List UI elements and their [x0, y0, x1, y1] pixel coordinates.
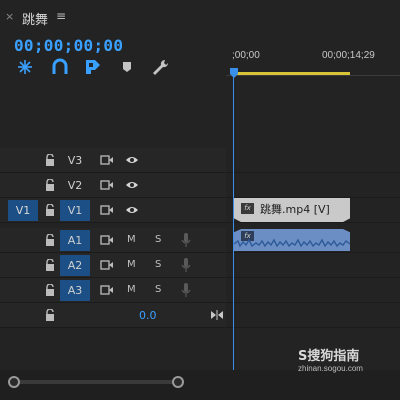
- sync-lock-icon[interactable]: [100, 180, 113, 190]
- track-target-v2[interactable]: V2: [60, 175, 90, 196]
- scrollbar-track[interactable]: [13, 380, 179, 384]
- watermark-logo: S搜狗指南: [298, 349, 360, 364]
- lock-icon[interactable]: [45, 284, 55, 296]
- track-target-v3[interactable]: V3: [60, 150, 90, 171]
- sync-lock-icon[interactable]: [100, 260, 113, 270]
- playhead-handle[interactable]: [230, 63, 238, 78]
- mute-button[interactable]: M: [127, 284, 136, 295]
- video-clip[interactable]: fx 跳舞.mp4 [V]: [234, 198, 350, 222]
- audio-clip[interactable]: fx: [234, 229, 350, 251]
- ruler-start-label: ;00;00: [232, 50, 260, 61]
- track-area[interactable]: [226, 278, 400, 302]
- horizontal-zoom-scrollbar: [0, 370, 400, 400]
- microphone-icon[interactable]: [181, 257, 191, 273]
- track-area[interactable]: [226, 253, 400, 277]
- watermark-url: zhinan.sogou.com: [298, 364, 363, 373]
- add-marker-icon[interactable]: [84, 58, 104, 76]
- ruler-baseline: [226, 75, 400, 76]
- panel-menu-button[interactable]: ≡: [56, 9, 66, 23]
- sync-lock-icon[interactable]: [100, 235, 113, 245]
- eye-icon[interactable]: [125, 155, 139, 165]
- track-row-a3: A3 M S: [0, 278, 400, 303]
- lock-icon[interactable]: [45, 154, 55, 166]
- linked-selection-icon[interactable]: [50, 58, 70, 76]
- track-area[interactable]: [226, 303, 400, 327]
- track-row-a2: A2 M S: [0, 253, 400, 278]
- scrollbar-left-handle[interactable]: [8, 376, 20, 388]
- lock-icon[interactable]: [45, 204, 55, 216]
- go-to-end-icon[interactable]: [211, 310, 223, 320]
- clip-fx-badge: fx: [241, 203, 254, 214]
- audio-waveform: [234, 238, 350, 248]
- sequence-tab-title[interactable]: 跳舞: [22, 9, 48, 28]
- lock-icon[interactable]: [45, 179, 55, 191]
- ruler-end-label: 00;00;14;29: [322, 50, 375, 61]
- track-area[interactable]: [226, 173, 400, 197]
- lock-icon[interactable]: [45, 234, 55, 246]
- track-target-v1[interactable]: V1: [60, 200, 90, 221]
- track-area[interactable]: [226, 148, 400, 172]
- microphone-icon[interactable]: [181, 282, 191, 298]
- track-row-v3: V3: [0, 148, 400, 173]
- lock-icon[interactable]: [45, 309, 55, 321]
- solo-button[interactable]: S: [155, 284, 161, 295]
- video-clip-name: 跳舞.mp4 [V]: [260, 203, 330, 216]
- scrollbar-right-handle[interactable]: [172, 376, 184, 388]
- playhead-timecode[interactable]: 00;00;00;00: [14, 36, 123, 55]
- track-target-a3[interactable]: A3: [60, 280, 90, 301]
- microphone-icon[interactable]: [181, 232, 191, 248]
- track-target-a2[interactable]: A2: [60, 255, 90, 276]
- lock-icon[interactable]: [45, 259, 55, 271]
- solo-button[interactable]: S: [155, 234, 161, 245]
- sync-lock-icon[interactable]: [100, 285, 113, 295]
- playhead-line[interactable]: [233, 72, 234, 377]
- panel-tab-bar: × 跳舞 ≡: [0, 0, 400, 33]
- snap-icon[interactable]: [15, 58, 35, 76]
- mute-button[interactable]: M: [127, 259, 136, 270]
- track-row-v2: V2: [0, 173, 400, 198]
- marker-icon[interactable]: [119, 58, 139, 76]
- eye-icon[interactable]: [125, 205, 139, 215]
- close-tab-button[interactable]: ×: [5, 10, 14, 23]
- sync-lock-icon[interactable]: [100, 155, 113, 165]
- eye-icon[interactable]: [125, 180, 139, 190]
- track-row-master: 0.0: [0, 303, 400, 328]
- track-target-a1[interactable]: A1: [60, 230, 90, 251]
- master-volume-value[interactable]: 0.0: [139, 309, 157, 322]
- sync-lock-icon[interactable]: [100, 205, 113, 215]
- solo-button[interactable]: S: [155, 259, 161, 270]
- mute-button[interactable]: M: [127, 234, 136, 245]
- settings-wrench-icon[interactable]: [151, 58, 171, 76]
- source-patch-v1[interactable]: V1: [8, 200, 38, 221]
